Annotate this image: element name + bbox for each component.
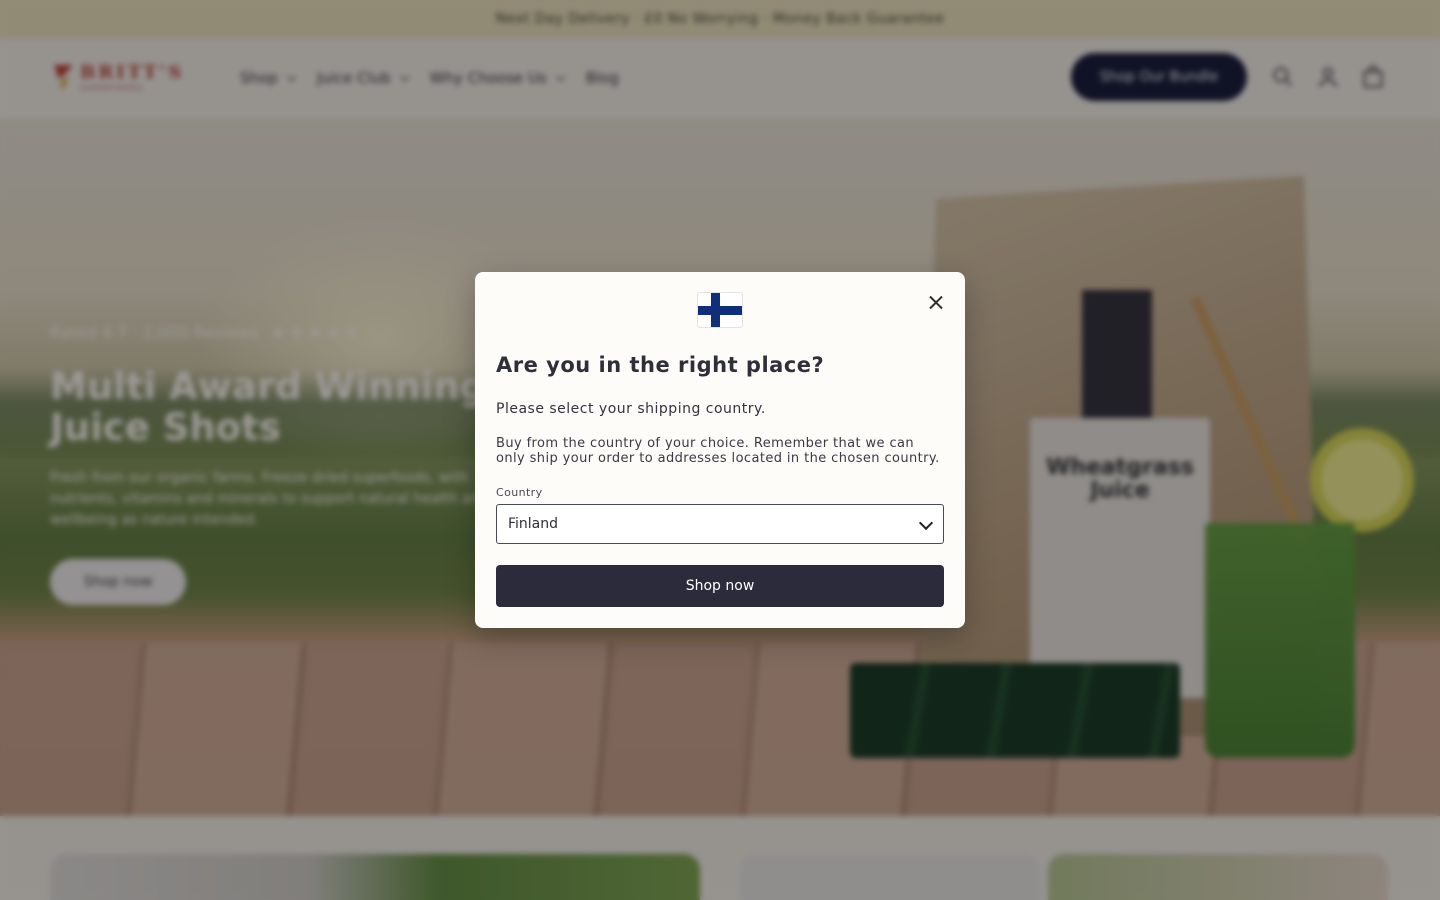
- country-select-value: Finland: [508, 516, 559, 532]
- chevron-down-icon: [918, 515, 934, 531]
- modal-shop-now-button[interactable]: Shop now: [496, 565, 944, 607]
- modal-description: Buy from the country of your choice. Rem…: [496, 436, 940, 466]
- country-selector-modal: Are you in the right place? Please selec…: [475, 272, 965, 628]
- country-select[interactable]: Finland: [496, 504, 944, 544]
- country-label: Country: [496, 486, 543, 499]
- finland-flag-icon: [697, 292, 743, 328]
- modal-title: Are you in the right place?: [496, 353, 825, 377]
- close-icon[interactable]: [925, 292, 947, 314]
- modal-subtitle: Please select your shipping country.: [496, 401, 766, 417]
